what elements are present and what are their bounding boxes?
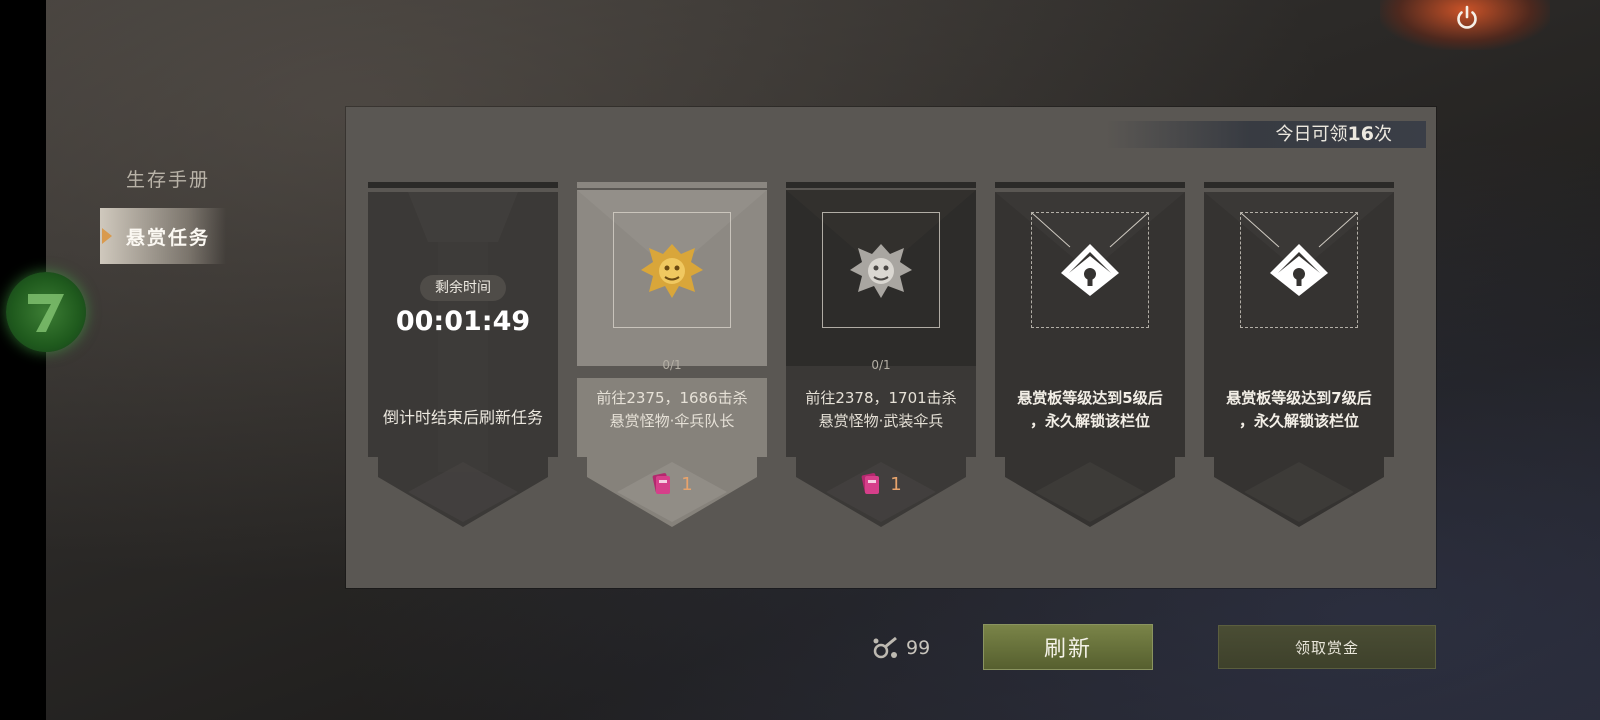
quota-suffix: 次 (1374, 124, 1392, 145)
task-progress: 0/1 (871, 358, 891, 372)
sidebar-item-bounty-tasks[interactable]: 悬赏任务 (100, 208, 226, 264)
task-progress: 0/1 (662, 358, 682, 372)
remaining-time-label: 剩余时间 (420, 275, 506, 301)
daily-quota-banner: 今日可领16次 (1106, 121, 1426, 148)
active-tab-arrow-icon (102, 228, 112, 244)
refresh-button[interactable]: 刷新 (983, 624, 1153, 670)
unlock-description: 悬赏板等级达到7级后 ，永久解锁该栏位 (1210, 387, 1388, 433)
slot-locked-card-1: 悬赏板等级达到5级后 ，永久解锁该栏位 (995, 182, 1185, 532)
unlock-line-1: 悬赏板等级达到5级后 (1017, 389, 1163, 407)
task-line-1: 前往2378，1701击杀 (805, 389, 957, 407)
sidebar-item-survival-manual[interactable]: 生存手册 (100, 150, 226, 206)
sidebar-item-label: 悬赏任务 (126, 226, 211, 249)
slot-locked-card-2: 悬赏板等级达到7级后 ，永久解锁该栏位 (1204, 182, 1394, 532)
frame-diagonals (1032, 213, 1148, 248)
reward-card-icon (652, 473, 671, 494)
slot-task-card-1[interactable]: 0/1 前往2375，1686击杀 悬赏怪物·伞兵队长 1 (577, 182, 767, 532)
task-reward: 1 (577, 472, 767, 496)
power-icon[interactable] (1452, 3, 1482, 33)
quota-count: 16 (1347, 123, 1374, 145)
currency-count: 99 (906, 637, 931, 659)
frame-diagonals (1241, 213, 1357, 248)
reward-count: 1 (890, 473, 902, 495)
unlock-line-2: ，永久解锁该栏位 (1238, 412, 1359, 430)
banner-shape (368, 182, 558, 527)
badge-frame (613, 212, 731, 328)
sidebar-item-label: 生存手册 (126, 168, 211, 191)
refresh-currency: 99 (872, 633, 930, 663)
countdown-timer: 00:01:49 (395, 306, 531, 337)
claim-bounty-button[interactable]: 领取赏金 (1218, 625, 1436, 669)
gold-beast-icon (641, 244, 703, 298)
quota-prefix: 今日可领 (1275, 124, 1348, 145)
reward-card-icon (861, 473, 880, 494)
silver-beast-icon (850, 244, 912, 298)
floating-seven-icon[interactable] (6, 272, 86, 352)
task-description: 前往2375，1686击杀 悬赏怪物·伞兵队长 (583, 387, 761, 433)
wrench-parts-icon (873, 636, 897, 659)
badge-frame (822, 212, 940, 328)
locked-frame (1031, 212, 1149, 328)
slot-timer-card: 剩余时间 00:01:49 倒计时结束后刷新任务 (368, 182, 558, 532)
slot-task-card-2[interactable]: 0/1 前往2378，1701击杀 悬赏怪物·武装伞兵 1 (786, 182, 976, 532)
bounty-panel: 今日可领16次 剩余时间 00:01:49 倒计时结束后刷新任务 0/1 前往2… (346, 107, 1436, 588)
task-reward: 1 (786, 472, 976, 496)
unlock-line-2: ，永久解锁该栏位 (1029, 412, 1150, 430)
task-line-2: 悬赏怪物·伞兵队长 (609, 412, 735, 430)
task-description: 前往2378，1701击杀 悬赏怪物·武装伞兵 (792, 387, 970, 433)
unlock-line-1: 悬赏板等级达到7级后 (1226, 389, 1372, 407)
task-line-1: 前往2375，1686击杀 (596, 389, 748, 407)
locked-frame (1240, 212, 1358, 328)
refresh-note: 倒计时结束后刷新任务 (382, 408, 543, 427)
unlock-description: 悬赏板等级达到5级后 ，永久解锁该栏位 (1001, 387, 1179, 433)
reward-count: 1 (681, 473, 693, 495)
task-line-2: 悬赏怪物·武装伞兵 (818, 412, 944, 430)
